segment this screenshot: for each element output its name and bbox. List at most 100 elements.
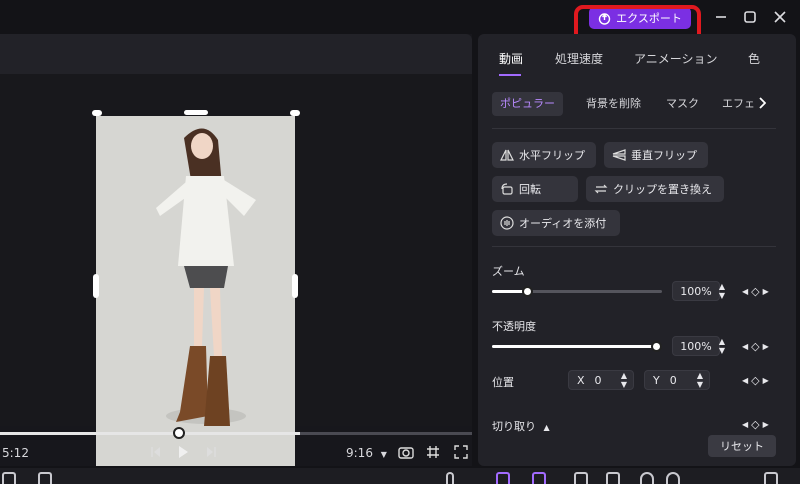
attach-audio-button[interactable]: オーディオを添付 (492, 210, 620, 236)
play-icon[interactable] (177, 444, 189, 463)
preview-panel: 5:12 9:16 ▼ (0, 34, 472, 466)
previous-keyframe-icon[interactable]: ◀ (742, 420, 748, 429)
timeline-progress[interactable] (0, 432, 300, 435)
timeline-remaining[interactable] (300, 432, 472, 435)
toolbar-icon[interactable] (496, 472, 510, 484)
position-x-stepper[interactable]: ▲ ▼ (618, 371, 630, 389)
toolbar-icon[interactable] (38, 472, 52, 484)
sub-tabs: ポピュラー 背景を削除 マスク エフェ (492, 92, 792, 116)
toolbar-icon[interactable] (574, 472, 588, 484)
fullscreen-icon[interactable] (454, 445, 468, 462)
crop-keyframe-controls[interactable]: ◀ ◇ ▶ (742, 418, 769, 431)
close-icon[interactable] (771, 8, 789, 26)
tab-color[interactable]: 色 (748, 50, 760, 67)
position-keyframe-controls[interactable]: ◀ ◇ ▶ (742, 374, 769, 387)
subtab-popular[interactable]: ポピュラー (492, 92, 563, 116)
replace-clip-button[interactable]: クリップを置き換え (586, 176, 724, 202)
zoom-stepper[interactable]: ▲ ▼ (716, 282, 728, 300)
crop-handle-top[interactable] (184, 110, 208, 115)
zoom-slider-fill (492, 290, 526, 293)
flip-vertical-button[interactable]: 垂直フリップ (604, 142, 708, 168)
chevron-up-icon: ▲ (543, 423, 550, 432)
playhead-knob[interactable] (173, 427, 185, 439)
crop-handle-right[interactable] (292, 274, 298, 298)
aspect-ratio-select[interactable]: 9:16 ▼ (346, 446, 387, 460)
previous-keyframe-icon[interactable]: ◀ (742, 342, 748, 351)
next-keyframe-icon[interactable]: ▶ (763, 287, 769, 296)
opacity-label: 不透明度 (492, 320, 536, 333)
position-y-stepper[interactable]: ▲ ▼ (694, 371, 706, 389)
microphone-icon[interactable] (446, 472, 454, 484)
crop-handle-left[interactable] (93, 274, 99, 298)
tab-animation[interactable]: アニメーション (634, 50, 718, 67)
zoom-label: ズーム (492, 265, 525, 278)
minimize-icon[interactable] (712, 8, 730, 26)
rotate-icon (501, 183, 513, 195)
crop-handle-top-left[interactable] (92, 110, 102, 116)
aspect-ratio-value: 9:16 (346, 446, 373, 460)
grid-icon[interactable] (426, 445, 440, 462)
export-icon (598, 12, 611, 25)
properties-panel: 動画 処理速度 アニメーション 色 ポピュラー 背景を削除 マスク エフェ 水平… (478, 34, 796, 466)
next-frame-icon[interactable] (205, 445, 217, 462)
keyframe-diamond-icon[interactable]: ◇ (751, 340, 759, 353)
zoom-slider-knob[interactable] (522, 286, 533, 297)
chevron-down-icon: ▼ (380, 450, 387, 459)
title-bar: エクスポート (0, 0, 800, 43)
keyframe-diamond-icon[interactable]: ◇ (751, 418, 759, 431)
position-label: 位置 (492, 376, 514, 389)
subtab-mask[interactable]: マスク (666, 92, 699, 116)
crop-label[interactable]: 切り取り ▲ (492, 418, 550, 434)
opacity-slider-fill (492, 345, 656, 348)
crop-handle-top-right[interactable] (290, 110, 300, 116)
opacity-stepper[interactable]: ▲ ▼ (716, 337, 728, 355)
keyframe-diamond-icon[interactable]: ◇ (751, 285, 759, 298)
replace-icon (594, 184, 608, 194)
flip-horizontal-button[interactable]: 水平フリップ (492, 142, 596, 168)
next-keyframe-icon[interactable]: ▶ (763, 376, 769, 385)
camera-icon[interactable] (398, 445, 414, 462)
attach-audio-label: オーディオを添付 (519, 217, 607, 230)
toolbar-icon[interactable] (532, 472, 546, 484)
next-keyframe-icon[interactable]: ▶ (763, 342, 769, 351)
person-figure (96, 116, 295, 466)
chevron-right-icon[interactable] (758, 97, 767, 112)
position-y-label: Y (653, 373, 660, 387)
reset-button[interactable]: リセット (708, 435, 776, 457)
opacity-value: 100% (680, 339, 712, 353)
export-label: エクスポート (616, 12, 682, 25)
rotate-button[interactable]: 回転 (492, 176, 578, 202)
divider (492, 128, 776, 129)
flip-horizontal-label: 水平フリップ (519, 149, 585, 162)
preview-canvas (0, 74, 472, 466)
previous-keyframe-icon[interactable]: ◀ (742, 287, 748, 296)
opacity-slider-knob[interactable] (651, 341, 662, 352)
tab-video[interactable]: 動画 (499, 50, 523, 67)
zoom-value-field[interactable]: 100% (672, 281, 720, 301)
zoom-keyframe-controls[interactable]: ◀ ◇ ▶ (742, 285, 769, 298)
position-x-value: 0 (594, 373, 602, 387)
maximize-icon[interactable] (741, 8, 759, 26)
tab-speed[interactable]: 処理速度 (555, 50, 603, 67)
keyframe-diamond-icon[interactable]: ◇ (751, 374, 759, 387)
crop-label-text: 切り取り (492, 420, 536, 433)
active-tab-indicator (499, 74, 521, 76)
position-x-label: X (577, 373, 585, 387)
toolbar-icon[interactable] (640, 472, 654, 484)
position-y-value: 0 (669, 373, 677, 387)
toolbar-icon[interactable] (764, 472, 778, 484)
audio-icon (500, 216, 514, 230)
previous-frame-icon[interactable] (150, 445, 162, 462)
opacity-value-field[interactable]: 100% (672, 336, 720, 356)
subtab-remove-background[interactable]: 背景を削除 (586, 92, 641, 116)
toolbar-icon[interactable] (2, 472, 16, 484)
bottom-toolbar (0, 468, 800, 484)
opacity-keyframe-controls[interactable]: ◀ ◇ ▶ (742, 340, 769, 353)
toolbar-icon[interactable] (606, 472, 620, 484)
video-frame-image[interactable] (96, 116, 295, 466)
export-button[interactable]: エクスポート (589, 7, 691, 29)
next-keyframe-icon[interactable]: ▶ (763, 420, 769, 429)
subtab-effect[interactable]: エフェ (722, 92, 755, 116)
toolbar-icon[interactable] (666, 472, 680, 484)
previous-keyframe-icon[interactable]: ◀ (742, 376, 748, 385)
